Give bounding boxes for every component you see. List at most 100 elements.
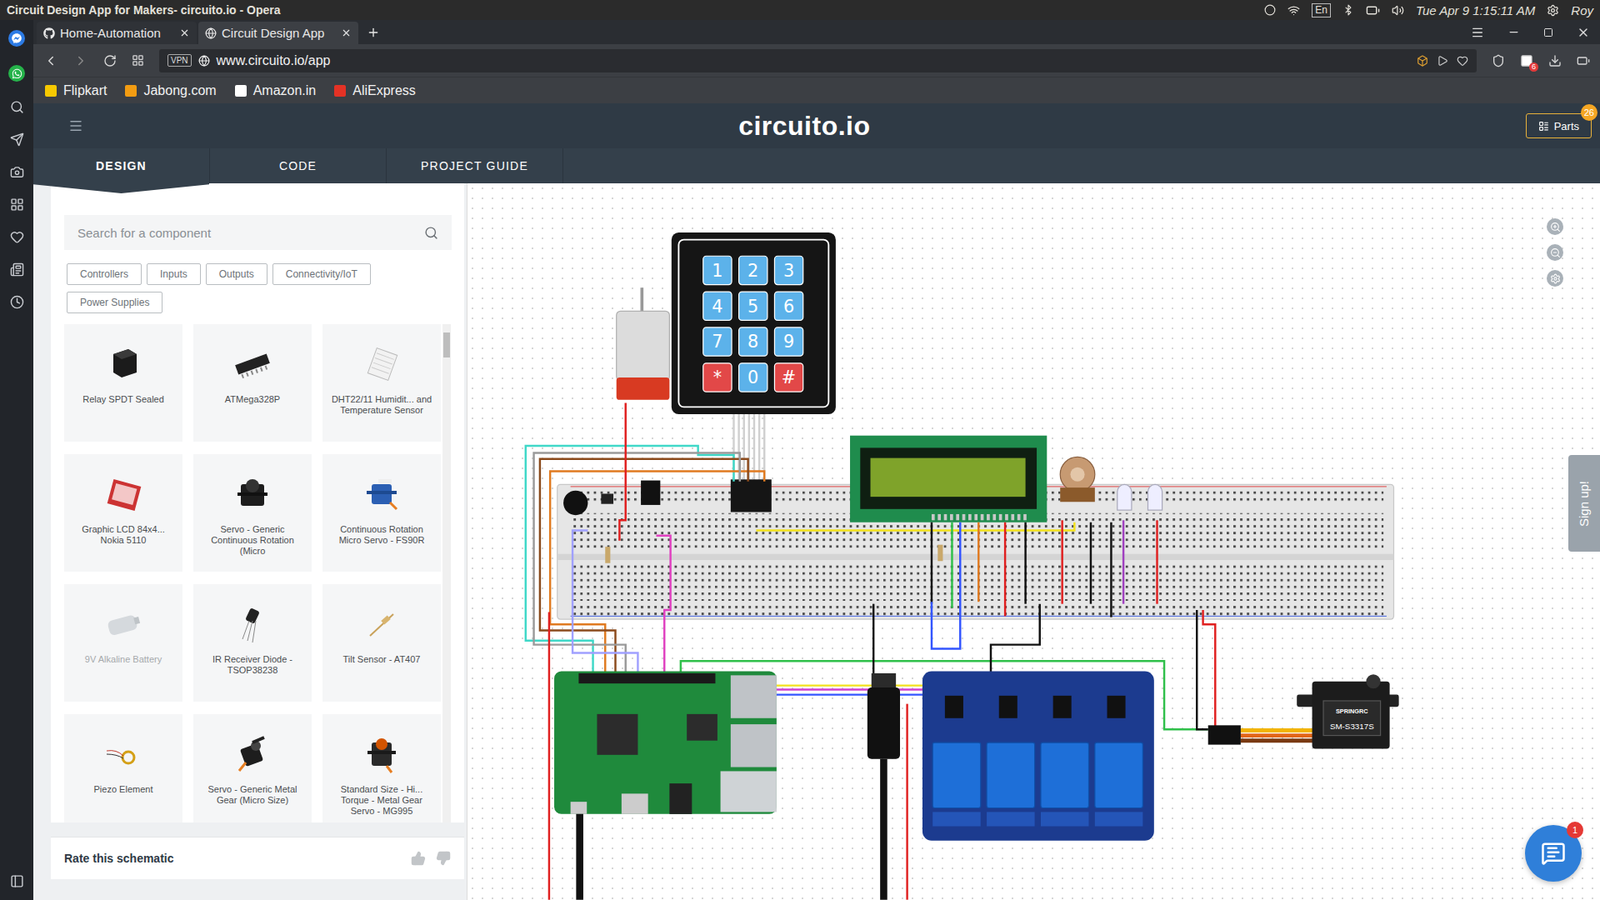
nav-tab[interactable]: PROJECT GUIDE bbox=[386, 148, 564, 184]
chat-button[interactable]: 1 bbox=[1525, 825, 1582, 882]
thumbs-up-icon[interactable] bbox=[410, 850, 426, 866]
messenger-icon[interactable] bbox=[8, 30, 25, 47]
wire[interactable] bbox=[872, 604, 875, 674]
wire[interactable] bbox=[930, 522, 933, 605]
menu-icon[interactable] bbox=[1470, 25, 1485, 40]
zoom-in-button[interactable] bbox=[1546, 218, 1564, 235]
wire[interactable] bbox=[931, 522, 960, 650]
wire[interactable] bbox=[977, 522, 980, 602]
camera-icon[interactable] bbox=[10, 165, 25, 180]
bookmark[interactable]: Flipkart bbox=[45, 83, 107, 99]
clock[interactable]: Tue Apr 9 1:15:11 AM bbox=[1415, 3, 1535, 18]
wire[interactable] bbox=[1004, 522, 1006, 617]
leds[interactable] bbox=[1117, 484, 1163, 510]
wifi-icon[interactable] bbox=[1287, 4, 1300, 17]
wire[interactable] bbox=[950, 522, 953, 609]
logo[interactable]: circuito.io bbox=[83, 110, 1526, 142]
battery-saver-icon[interactable] bbox=[1576, 54, 1590, 68]
bookmark[interactable]: Amazon.in bbox=[235, 83, 317, 99]
wire[interactable] bbox=[1122, 520, 1125, 604]
wire[interactable] bbox=[1090, 522, 1092, 605]
restore-icon[interactable] bbox=[1543, 27, 1554, 38]
lcd-display[interactable] bbox=[850, 435, 1047, 523]
component-card[interactable]: IR Receiver Diode - TSOP38238 bbox=[193, 584, 312, 702]
close-window-icon[interactable] bbox=[1576, 25, 1590, 40]
tabs-grid-icon[interactable] bbox=[131, 54, 145, 67]
wire[interactable] bbox=[905, 704, 908, 900]
keypad-key[interactable]: 8 bbox=[739, 327, 768, 356]
wire[interactable] bbox=[1155, 520, 1158, 604]
component-card[interactable]: DHT22/11 Humidit... and Temperature Sens… bbox=[322, 324, 441, 442]
circuit-diagram[interactable]: 123456789*0#SPRINGRCSM-S3317S bbox=[467, 183, 1600, 900]
news-icon[interactable] bbox=[10, 262, 25, 277]
filter-button[interactable]: Controllers bbox=[66, 263, 142, 285]
keypad-key[interactable]: 2 bbox=[739, 255, 768, 285]
panel-icon[interactable] bbox=[10, 874, 25, 889]
gear-icon[interactable] bbox=[1546, 4, 1560, 17]
dc-motor[interactable] bbox=[616, 287, 670, 400]
whatsapp-icon[interactable] bbox=[8, 65, 25, 82]
snap-icon[interactable] bbox=[1436, 55, 1449, 67]
keypad[interactable]: 123456789*0# bbox=[671, 232, 836, 415]
wire[interactable] bbox=[1196, 610, 1208, 730]
search-field[interactable]: Search for a component bbox=[64, 215, 452, 250]
heart-icon[interactable] bbox=[10, 230, 25, 245]
component-card[interactable]: Relay SPDT Sealed bbox=[64, 324, 183, 442]
amazon-extension[interactable]: 6 bbox=[1520, 54, 1534, 68]
component-card[interactable]: Graphic LCD 84x4... Nokia 5110 bbox=[64, 454, 183, 572]
nav-tab[interactable]: DESIGN bbox=[33, 148, 210, 184]
nav-tab[interactable]: CODE bbox=[210, 148, 387, 184]
filter-button[interactable]: Connectivity/IoT bbox=[272, 263, 371, 285]
thumbs-down-icon[interactable] bbox=[435, 850, 451, 866]
history-icon[interactable] bbox=[10, 295, 25, 310]
sign-up-tab[interactable]: Sign up! bbox=[1568, 455, 1600, 552]
filter-button[interactable]: Outputs bbox=[205, 263, 268, 285]
component-card[interactable]: Servo - Generic Continuous Rotation (Mic… bbox=[193, 454, 312, 572]
forward-icon[interactable] bbox=[73, 53, 89, 69]
component-card[interactable]: Standard Size - Hi... Torque - Metal Gea… bbox=[322, 714, 441, 823]
scrollbar[interactable] bbox=[442, 324, 451, 823]
volume-icon[interactable] bbox=[1391, 4, 1405, 17]
wire[interactable] bbox=[572, 530, 638, 676]
wire[interactable] bbox=[534, 453, 740, 676]
settings-button[interactable] bbox=[1546, 270, 1564, 287]
wire[interactable] bbox=[540, 459, 749, 676]
keypad-key[interactable]: 6 bbox=[774, 291, 803, 320]
parts-button[interactable]: Parts26 bbox=[1525, 113, 1592, 139]
address-field[interactable]: VPNwww.circuito.io/app bbox=[159, 49, 1477, 73]
zoom-out-button[interactable] bbox=[1546, 244, 1564, 261]
back-icon[interactable] bbox=[43, 53, 59, 69]
component-card[interactable]: Servo - Generic Metal Gear (Micro Size) bbox=[193, 714, 312, 823]
component-card[interactable]: Piezo Element bbox=[64, 714, 183, 823]
component-card[interactable]: Tilt Sensor - AT407 bbox=[322, 584, 441, 702]
browser-tab[interactable]: Home-Automation bbox=[36, 21, 197, 45]
relay-module[interactable] bbox=[922, 670, 1155, 840]
minimize-icon[interactable] bbox=[1507, 25, 1520, 39]
adblock-icon[interactable] bbox=[1491, 54, 1505, 68]
wire[interactable] bbox=[755, 522, 1075, 531]
close-icon[interactable] bbox=[340, 27, 352, 39]
download-icon[interactable] bbox=[1548, 54, 1562, 68]
bluetooth-icon[interactable] bbox=[1342, 4, 1355, 16]
battery-icon[interactable] bbox=[1365, 3, 1380, 18]
keyboard-indicator[interactable]: En bbox=[1311, 3, 1331, 18]
keypad-key[interactable]: 7 bbox=[703, 327, 732, 356]
power-jack[interactable] bbox=[867, 673, 900, 900]
wire[interactable] bbox=[1110, 522, 1112, 618]
new-tab-icon[interactable] bbox=[366, 25, 380, 40]
keypad-key[interactable]: 9 bbox=[774, 327, 803, 356]
keypad-key[interactable]: # bbox=[774, 363, 803, 392]
search-icon[interactable] bbox=[10, 100, 25, 115]
bookmark[interactable]: AliExpress bbox=[334, 83, 416, 99]
wire[interactable] bbox=[619, 403, 625, 541]
hamburger-icon[interactable] bbox=[68, 118, 84, 134]
bookmark[interactable]: Jabong.com bbox=[125, 83, 216, 99]
vpn-badge[interactable]: VPN bbox=[167, 54, 192, 67]
component-card[interactable]: Continuous Rotation Micro Servo - FS90R bbox=[322, 454, 441, 572]
wire[interactable] bbox=[548, 611, 550, 900]
speed-dial-icon[interactable] bbox=[10, 197, 25, 212]
filter-button[interactable]: Power Supplies bbox=[66, 291, 163, 314]
potentiometer[interactable] bbox=[1060, 456, 1095, 502]
keypad-key[interactable]: 0 bbox=[739, 363, 768, 392]
wire[interactable] bbox=[1024, 522, 1026, 605]
